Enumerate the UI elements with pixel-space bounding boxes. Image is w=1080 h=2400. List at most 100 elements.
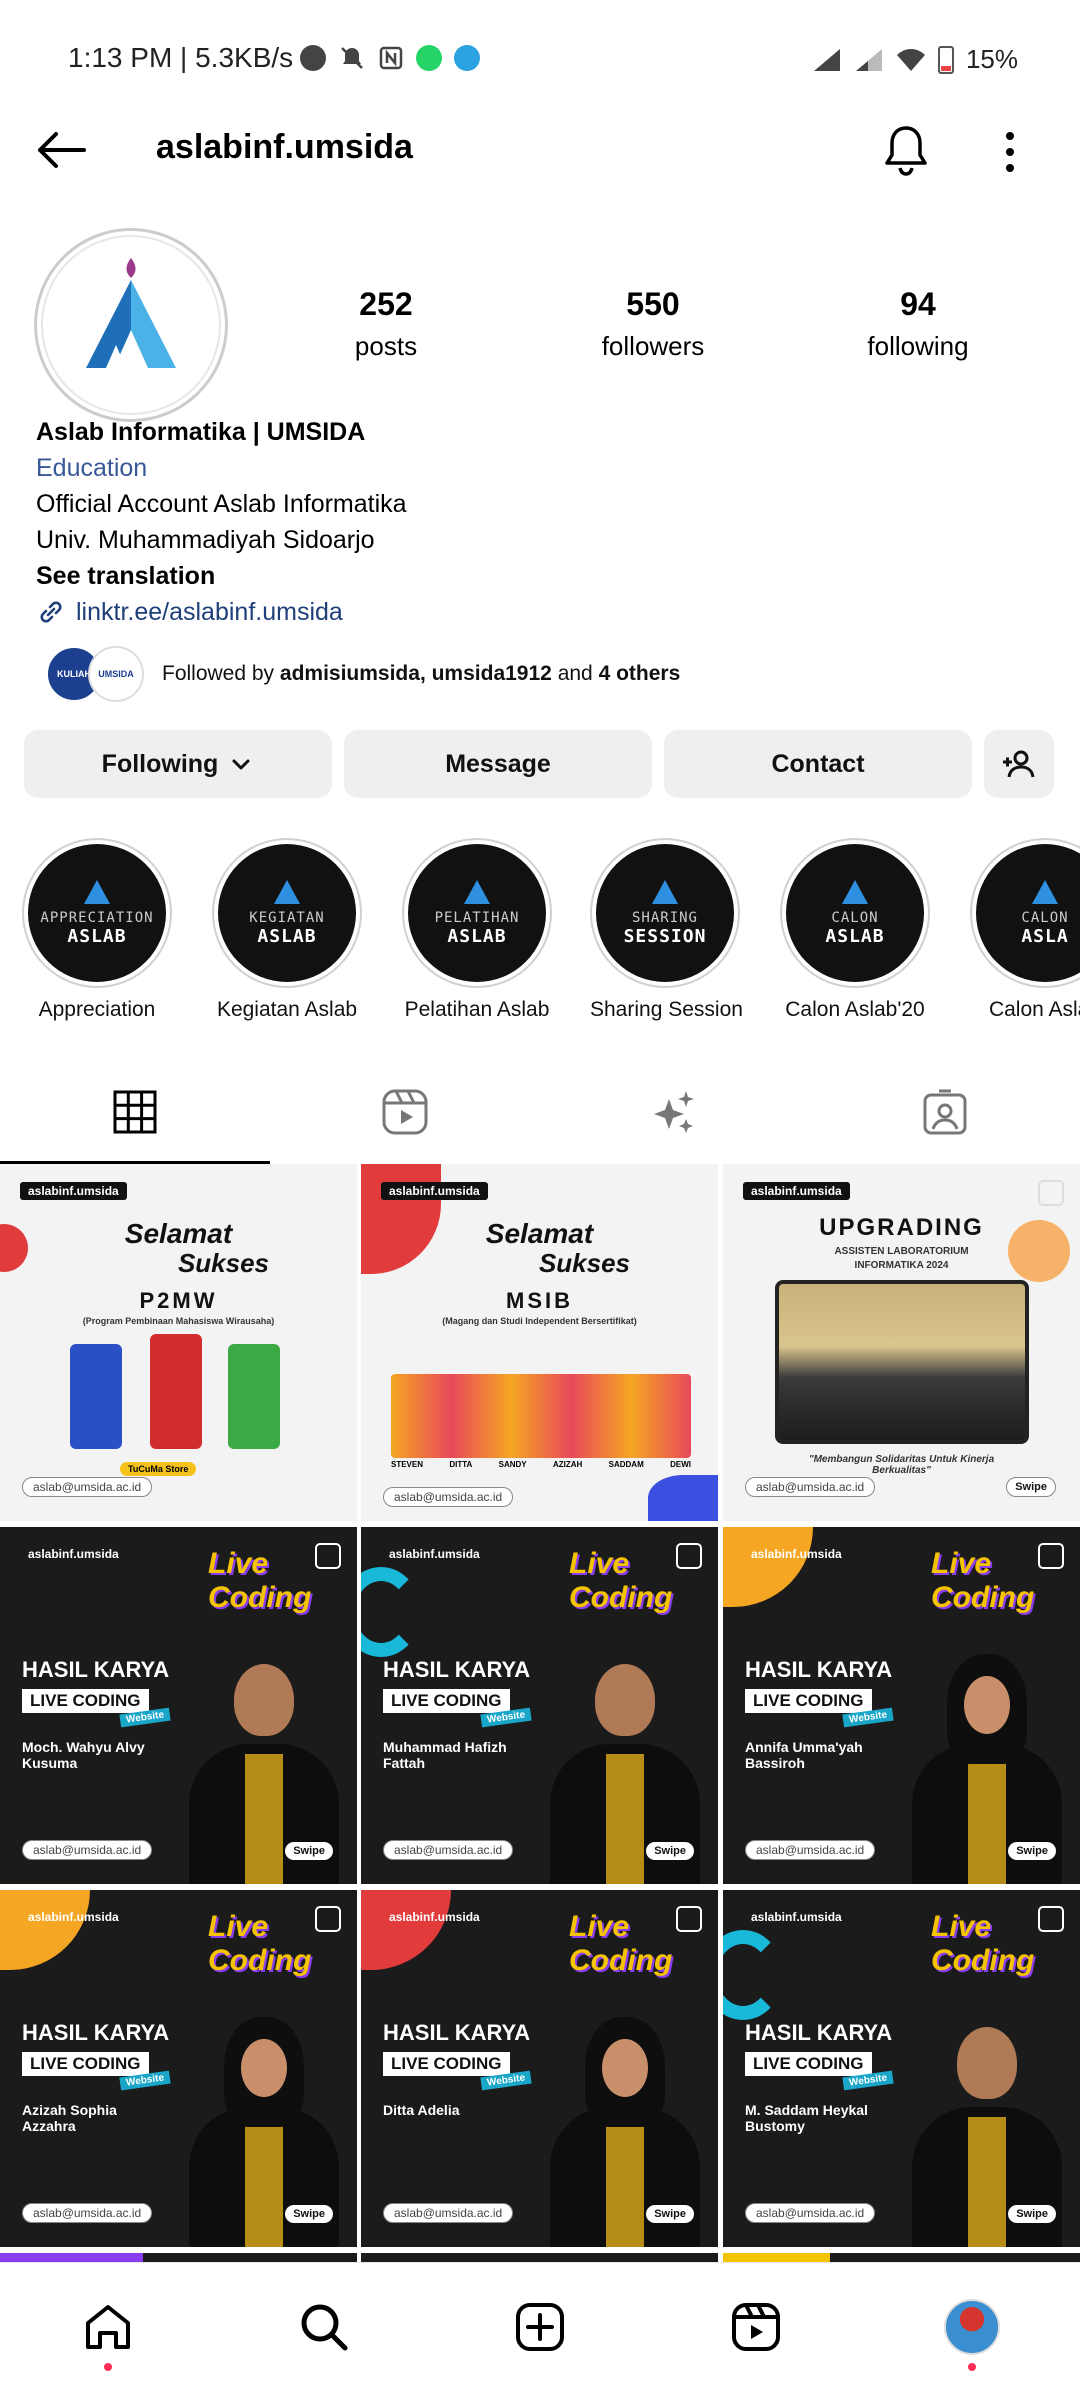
nfc-icon: [379, 46, 403, 70]
highlight-label: Sharing Session: [590, 998, 743, 1021]
highlight-cover-line2: ASLAB: [257, 925, 317, 947]
shirt-pattern: [245, 1754, 283, 1884]
highlight-pelatihan-aslab[interactable]: PELATIHAN ASLAB Pelatihan Aslab: [402, 838, 552, 1022]
nav-profile[interactable]: [932, 2287, 1012, 2371]
notification-bell-icon[interactable]: [878, 120, 934, 180]
tab-tagged[interactable]: [810, 1060, 1080, 1164]
post-live-coding-5[interactable]: aslabinf.umsida Live Coding HASIL KARYA …: [361, 1890, 718, 2247]
highlight-appreciation[interactable]: APPRECIATION ASLAB Appreciation: [22, 838, 172, 1022]
highlight-cover-line2: ASLAB: [447, 925, 507, 947]
highlight-kegiatan-aslab[interactable]: KEGIATAN ASLAB Kegiatan Aslab: [212, 838, 362, 1022]
followers-stat[interactable]: 550 followers: [553, 286, 753, 362]
swipe-badge: Swipe: [1008, 1842, 1056, 1860]
posts-stat[interactable]: 252 posts: [286, 286, 486, 362]
decor-shape: [0, 1890, 90, 1970]
followed-by-row[interactable]: KULIAH UMSIDA Followed by admisiumsida, …: [46, 644, 1046, 704]
highlight-label: Appreciation: [38, 998, 156, 1021]
tab-ai-effects[interactable]: [540, 1060, 810, 1164]
followers-count: 550: [626, 286, 680, 322]
post-live-coding-2[interactable]: aslabinf.umsida Live Coding HASIL KARYA …: [361, 1527, 718, 1884]
post-judul: TuCuMa Store: [120, 1462, 197, 1476]
highlight-ring: KEGIATAN ASLAB: [212, 838, 362, 988]
posts-label: posts: [354, 331, 418, 361]
tab-posts-grid[interactable]: [0, 1060, 270, 1164]
followed-by-others: 4 others: [598, 662, 681, 685]
swipe-badge: Swipe: [285, 2205, 333, 2223]
face: [602, 2039, 648, 2097]
nav-reels[interactable]: [716, 2287, 796, 2367]
reels-icon: [382, 1089, 428, 1135]
highlight-cover-line2: SESSION: [623, 925, 707, 947]
accessibility-icon[interactable]: [1008, 1220, 1070, 1282]
nav-search[interactable]: [284, 2287, 364, 2367]
following-stat[interactable]: 94 following: [818, 286, 1018, 362]
post-live-coding-3[interactable]: aslabinf.umsida Live Coding HASIL KARYA …: [723, 1527, 1080, 1884]
swipe-badge: Swipe: [646, 1842, 694, 1860]
see-translation-link[interactable]: See translation: [36, 558, 1036, 594]
highlight-ring: SHARING SESSION: [590, 838, 740, 988]
suggest-people-button[interactable]: [984, 730, 1054, 798]
profile-link[interactable]: linktr.ee/aslabinf.umsida: [36, 594, 1036, 630]
back-arrow-icon[interactable]: [30, 124, 90, 176]
person-photo: [228, 1344, 280, 1449]
followed-by-and: and: [551, 662, 599, 685]
highlight-cover-line2: ASLAB: [825, 925, 885, 947]
highlight-calon-aslab-20[interactable]: CALON ASLAB Calon Aslab'20: [780, 838, 930, 1022]
nav-create[interactable]: [500, 2287, 580, 2367]
post-brand: aslabinf.umsida: [751, 1547, 842, 1561]
message-button[interactable]: Message: [344, 730, 652, 798]
chevron-down-icon: [232, 759, 250, 770]
profile-avatar[interactable]: [34, 228, 228, 422]
post-upgrading[interactable]: aslabinf.umsida UPGRADING ASSISTEN LABOR…: [723, 1164, 1080, 1521]
post-email: aslab@umsida.ac.id: [745, 1477, 876, 1497]
contact-button[interactable]: Contact: [664, 730, 972, 798]
post-live-coding-1[interactable]: aslabinf.umsida Live Coding HASIL KARYA …: [0, 1527, 357, 1884]
post-email: aslab@umsida.ac.id: [383, 2203, 514, 2223]
hasil-karya-text: HASIL KARYA: [745, 2020, 893, 2045]
highlight-label: Kegiatan Aslab: [216, 998, 358, 1021]
highlight-sharing-session[interactable]: SHARING SESSION Sharing Session: [590, 838, 743, 1022]
post-live-coding-4[interactable]: aslabinf.umsida Live Coding HASIL KARYA …: [0, 1890, 357, 2247]
post-title-1: Selamat: [124, 1218, 233, 1249]
home-icon: [86, 2305, 130, 2349]
shirt-pattern: [968, 2117, 1006, 2247]
category-label: Education: [36, 454, 148, 482]
head: [957, 2027, 1017, 2099]
aslab-logo-icon: [652, 879, 678, 904]
post-program: P2MW: [139, 1288, 218, 1313]
post-live-coding-6[interactable]: aslabinf.umsida Live Coding HASIL KARYA …: [723, 1890, 1080, 2247]
post-program: MSIB: [506, 1288, 573, 1313]
highlight-cover-line1: PELATIHAN: [434, 909, 520, 926]
aslab-logo-icon: [464, 879, 490, 904]
post-program-sub: (Program Pembinaan Mahasiswa Wirausaha): [82, 1316, 275, 1326]
hasil-karya-text: HASIL KARYA: [745, 1657, 893, 1682]
aslab-logo-icon: [84, 879, 110, 904]
person-photo: [70, 1344, 122, 1449]
post-p2mw[interactable]: aslabinf.umsida Selamat Sukses P2MW (Pro…: [0, 1164, 357, 1521]
post-msib[interactable]: aslabinf.umsida Selamat Sukses MSIB (Mag…: [361, 1164, 718, 1521]
post-email: aslab@umsida.ac.id: [383, 1840, 514, 1860]
highlight-cover-line2: ASLA: [1021, 925, 1069, 947]
swipe-badge: Swipe: [1008, 2205, 1056, 2223]
more-options-icon[interactable]: [990, 126, 1030, 178]
highlight-cover: SHARING SESSION: [596, 844, 734, 982]
followed-by-text: Followed by admisiumsida, umsida1912 and…: [162, 662, 680, 686]
shirt-pattern: [606, 2117, 644, 2247]
tab-reels[interactable]: [270, 1060, 540, 1164]
shirt-pattern: [245, 2117, 283, 2247]
person-name: Muhammad Hafizh Fattah: [383, 1739, 507, 1771]
highlight-calon-aslab[interactable]: CALONASLA Calon Aslab: [970, 838, 1080, 1022]
nav-home[interactable]: [68, 2287, 148, 2371]
highlight-label: Pelatihan Aslab: [404, 998, 550, 1021]
aslab-logo-icon: [86, 258, 176, 368]
face: [964, 1676, 1010, 1734]
highlight-cover-line1: KEGIATAN: [249, 909, 325, 926]
post-program-sub: (Magang dan Studi Independent Bersertifi…: [442, 1316, 637, 1326]
highlight-cover: CALON ASLA: [976, 844, 1080, 982]
decor-shape: [361, 1890, 451, 1970]
reels-icon: [732, 2303, 780, 2351]
following-button[interactable]: Following: [24, 730, 332, 798]
contact-button-label: Contact: [771, 749, 865, 778]
message-button-label: Message: [445, 749, 551, 778]
whatsapp-icon: [416, 45, 442, 71]
